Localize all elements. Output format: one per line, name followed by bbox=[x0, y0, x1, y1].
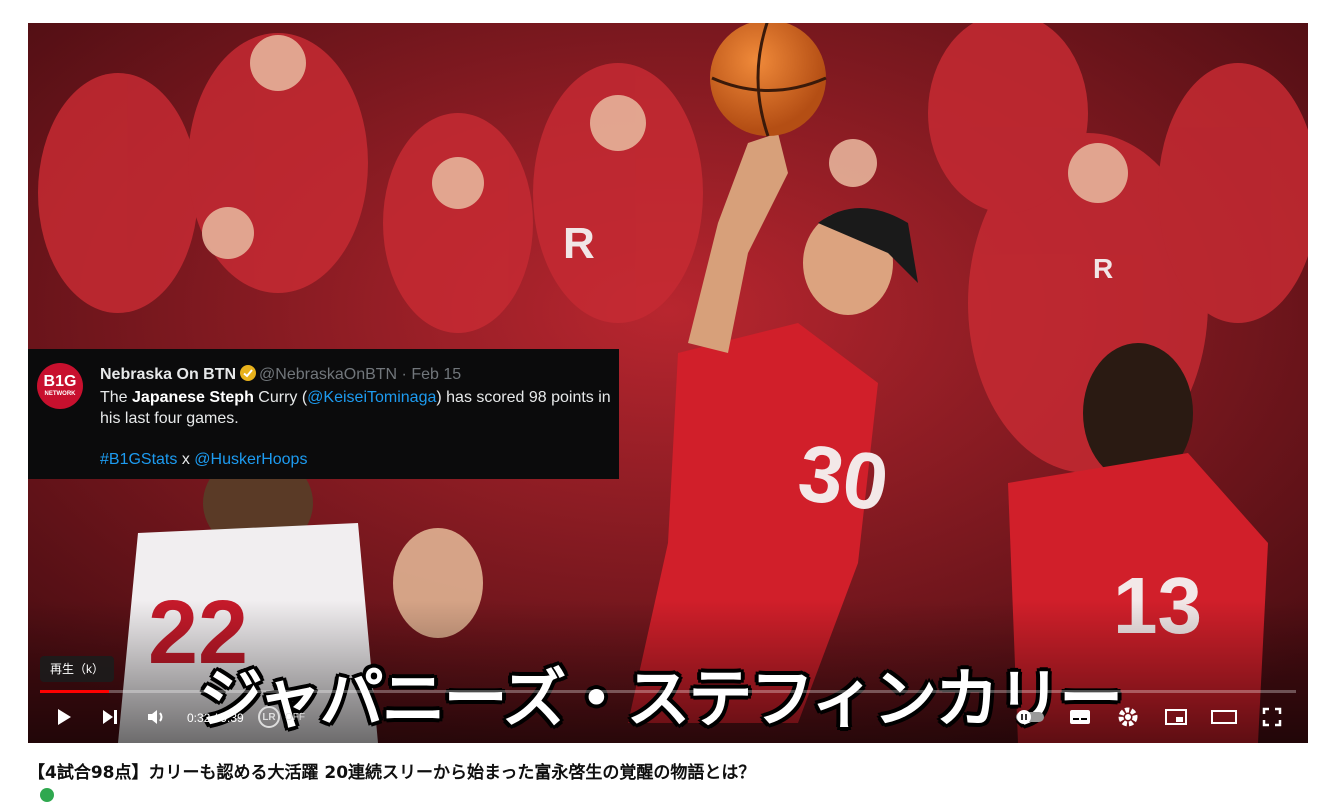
progress-fill bbox=[40, 690, 110, 693]
tweet-text: The Japanese Steph Curry (@KeiseiTominag… bbox=[100, 389, 611, 427]
settings-button[interactable] bbox=[1114, 705, 1142, 733]
embedded-tweet: B1G NETWORK Nebraska On BTN @NebraskaOnBT… bbox=[28, 349, 619, 479]
tweet-author-name: Nebraska On BTN bbox=[100, 366, 237, 383]
subtitles-button[interactable] bbox=[1066, 705, 1094, 733]
fullscreen-icon bbox=[1262, 707, 1282, 731]
fullscreen-button[interactable] bbox=[1258, 705, 1286, 733]
subtitles-icon bbox=[1069, 708, 1091, 730]
autoplay-toggle-icon bbox=[1015, 709, 1045, 729]
video-title: 【4試合98点】カリーも認める大活躍 20連続スリーから始まった富永啓生の覚醒の… bbox=[28, 763, 756, 783]
play-icon bbox=[53, 707, 73, 731]
channel-avatar[interactable] bbox=[40, 788, 54, 802]
verified-badge-icon bbox=[239, 364, 257, 387]
mute-button[interactable] bbox=[143, 705, 171, 733]
tweet-tags: #B1GStats x @HuskerHoops bbox=[100, 451, 308, 468]
mention-link[interactable]: @KeiseiTominaga bbox=[307, 389, 436, 406]
tweet-header: Nebraska On BTN @NebraskaOnBTN · Feb 15 bbox=[100, 364, 461, 387]
settings-icon bbox=[1117, 706, 1139, 732]
play-tooltip: 再生（k） bbox=[40, 656, 115, 682]
hashtag-link[interactable]: #B1GStats bbox=[100, 451, 177, 468]
volume-icon bbox=[146, 707, 168, 731]
b1g-network-logo: B1G NETWORK bbox=[37, 363, 83, 409]
svg-text:30: 30 bbox=[793, 427, 894, 528]
play-button[interactable] bbox=[49, 705, 77, 733]
theater-icon bbox=[1211, 708, 1237, 730]
tweet-handle: @NebraskaOnBTN · Feb 15 bbox=[259, 366, 462, 383]
svg-text:R: R bbox=[1093, 253, 1113, 284]
lr-extension-icon[interactable]: LR bbox=[258, 706, 280, 728]
svg-text:R: R bbox=[563, 219, 595, 268]
next-button[interactable] bbox=[96, 705, 124, 733]
theater-mode-button[interactable] bbox=[1210, 705, 1238, 733]
time-display: 0:32 / 9:39 bbox=[187, 711, 244, 725]
mention-link[interactable]: @HuskerHoops bbox=[194, 451, 307, 468]
miniplayer-icon bbox=[1165, 708, 1187, 730]
lr-extension-state: OFF bbox=[285, 712, 305, 723]
miniplayer-button[interactable] bbox=[1162, 705, 1190, 733]
next-icon bbox=[100, 707, 120, 731]
autoplay-toggle[interactable] bbox=[1014, 705, 1046, 733]
progress-bar[interactable] bbox=[40, 690, 1296, 693]
